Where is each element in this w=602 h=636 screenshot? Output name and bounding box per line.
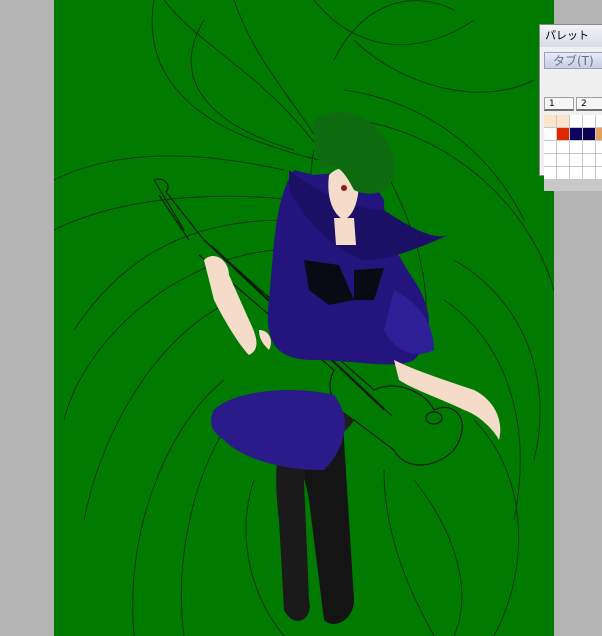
palette-window[interactable]: パレット タブ(T) 1 2 [539, 24, 602, 191]
color-swatch[interactable] [544, 154, 557, 167]
workspace-background [0, 0, 602, 636]
color-swatch[interactable] [596, 115, 602, 128]
color-swatch[interactable] [557, 141, 570, 154]
color-swatch[interactable] [583, 115, 596, 128]
color-swatch[interactable] [583, 167, 596, 180]
color-swatch[interactable] [557, 115, 570, 128]
palette-page-2-button[interactable]: 2 [576, 97, 602, 111]
color-swatch[interactable] [557, 154, 570, 167]
palette-page-1-button[interactable]: 1 [544, 97, 574, 111]
color-swatch[interactable] [544, 115, 557, 128]
color-swatch[interactable] [570, 141, 583, 154]
skirt [211, 390, 345, 470]
color-swatch[interactable] [570, 154, 583, 167]
color-swatch[interactable] [570, 128, 583, 141]
color-swatch[interactable] [583, 154, 596, 167]
color-swatch[interactable] [557, 167, 570, 180]
palette-title[interactable]: パレット [540, 25, 602, 47]
color-swatch[interactable] [583, 128, 596, 141]
color-swatch[interactable] [596, 154, 602, 167]
drawing-canvas[interactable] [54, 0, 554, 636]
color-swatch[interactable] [583, 141, 596, 154]
color-swatch[interactable] [557, 128, 570, 141]
palette-page-buttons: 1 2 [544, 97, 602, 113]
color-swatch[interactable] [596, 128, 602, 141]
color-swatch[interactable] [596, 167, 602, 180]
eye [341, 185, 347, 191]
color-swatch[interactable] [544, 167, 557, 180]
palette-tab-menu[interactable]: タブ(T) [544, 52, 602, 69]
color-swatch[interactable] [544, 141, 557, 154]
color-swatch-grid [544, 115, 602, 191]
color-swatch[interactable] [570, 167, 583, 180]
color-swatch[interactable] [596, 141, 602, 154]
color-swatch[interactable] [544, 128, 557, 141]
illustration [54, 0, 554, 636]
color-swatch[interactable] [570, 115, 583, 128]
